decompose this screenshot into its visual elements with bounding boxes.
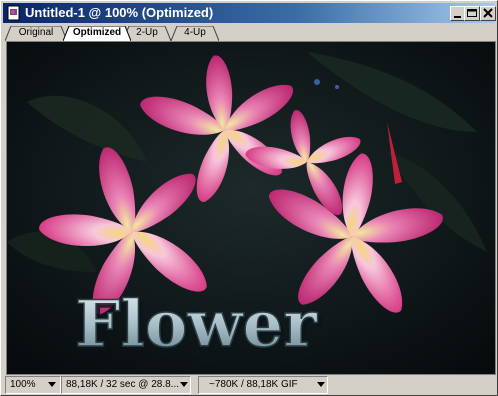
zoom-select[interactable]: 100% (5, 376, 61, 394)
image-canvas[interactable]: Flower Flower (6, 41, 496, 375)
size-info-select[interactable]: ~780K / 88,18K GIF (198, 376, 328, 394)
view-tabs: Original 2-Up 4-Up Optimized (5, 26, 495, 41)
tab-optimized[interactable]: Optimized (63, 26, 131, 41)
maximize-button[interactable] (464, 6, 480, 21)
maximize-icon (467, 9, 477, 17)
chevron-down-icon (317, 382, 325, 387)
download-info-value: 88,18K / 32 sec @ 28.8... (66, 379, 179, 390)
window-title: Untitled-1 @ 100% (Optimized) (25, 5, 214, 20)
close-icon (483, 8, 493, 18)
minimize-icon (454, 16, 461, 18)
tab-original[interactable]: Original (5, 26, 67, 41)
flower-image: Flower Flower (7, 42, 495, 374)
overlay-title: Flower (75, 287, 318, 362)
size-info-value: ~780K / 88,18K GIF (209, 379, 298, 390)
zoom-value: 100% (10, 379, 36, 390)
tab-4up[interactable]: 4-Up (171, 26, 219, 41)
chevron-down-icon (48, 382, 56, 387)
close-button[interactable] (480, 6, 496, 21)
title-bar[interactable]: Untitled-1 @ 100% (Optimized) (3, 3, 496, 23)
download-info-select[interactable]: 88,18K / 32 sec @ 28.8... (61, 376, 191, 394)
document-icon (7, 5, 20, 21)
chevron-down-icon (180, 382, 188, 387)
tab-original-label: Original (18, 27, 54, 38)
tab-4up-label: 4-Up (184, 27, 206, 38)
document-window: Untitled-1 @ 100% (Optimized) Original 2… (0, 0, 498, 396)
status-bar: 100% 88,18K / 32 sec @ 28.8... ~780K / 8… (3, 376, 495, 394)
tab-optimized-label: Optimized (72, 27, 122, 38)
